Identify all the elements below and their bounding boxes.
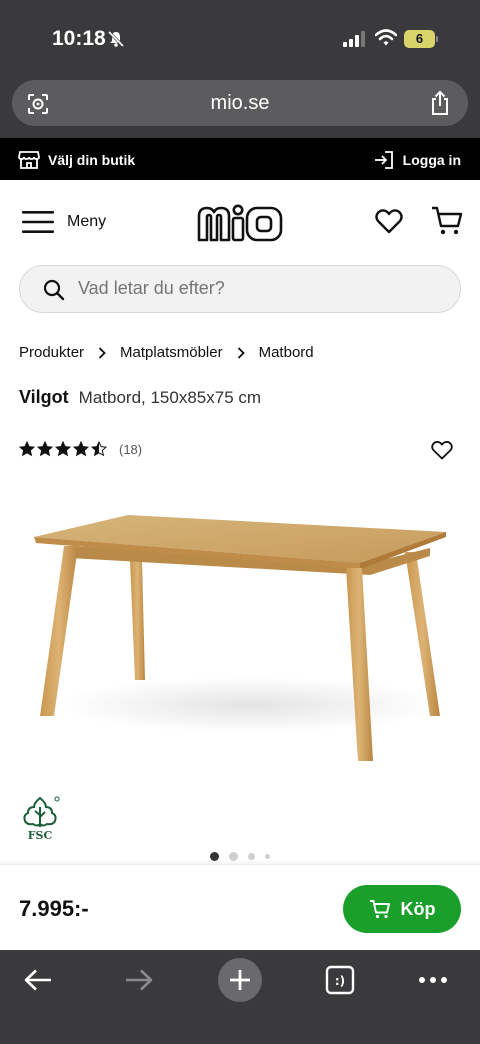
signal-icon: [343, 31, 365, 47]
favorite-heart-icon[interactable]: [431, 440, 453, 460]
more-button[interactable]: [411, 958, 455, 1002]
gallery-dot[interactable]: [248, 853, 255, 860]
cart-icon: [369, 900, 390, 919]
top-strip: Välj din butik Logga in: [0, 138, 480, 180]
star-icon: [37, 441, 53, 457]
chevron-right-icon: [98, 346, 106, 359]
plus-icon: [230, 970, 250, 990]
purchase-bar: 7.995:- Köp: [0, 864, 480, 950]
star-icon: [55, 441, 71, 457]
site-header: Meny: [0, 180, 480, 264]
back-arrow-icon: [24, 969, 51, 991]
status-bar: 10:18 6: [0, 0, 480, 78]
menu-label: Meny: [67, 213, 107, 230]
forward-button[interactable]: [117, 958, 161, 1002]
product-rating[interactable]: (18): [19, 441, 142, 457]
browser-url-area: mio.se: [0, 78, 480, 138]
tabs-button[interactable]: :): [318, 958, 362, 1002]
breadcrumb-item-produkter[interactable]: Produkter: [19, 344, 84, 361]
price: 7.995:-: [19, 896, 89, 921]
login-icon: [374, 151, 393, 169]
forward-arrow-icon: [126, 969, 153, 991]
bell-slash-icon: [107, 30, 125, 48]
browser-toolbar: :): [0, 950, 480, 1044]
gallery-dot[interactable]: [210, 852, 219, 861]
search-input[interactable]: [78, 278, 438, 299]
search-box[interactable]: [19, 265, 461, 313]
store-icon: [18, 151, 40, 169]
fsc-tree-icon: FSC: [23, 796, 60, 842]
url-text[interactable]: mio.se: [12, 92, 468, 115]
battery-level: 6: [415, 31, 424, 46]
product-name: Vilgot: [19, 387, 69, 407]
battery-icon: 6: [404, 30, 438, 48]
menu-button[interactable]: Meny: [22, 210, 106, 234]
url-bar[interactable]: mio.se: [12, 80, 468, 126]
product-image[interactable]: [0, 480, 480, 860]
tabs-icon: :): [325, 965, 355, 995]
back-button[interactable]: [16, 958, 60, 1002]
wishlist-heart-icon[interactable]: [375, 208, 403, 234]
choose-store-link[interactable]: Välj din butik: [18, 149, 135, 171]
gallery-pagination[interactable]: [0, 852, 480, 861]
search-icon: [43, 279, 65, 301]
wifi-icon: [375, 29, 397, 46]
review-count: (18): [119, 441, 143, 457]
clock: 10:18: [52, 27, 106, 50]
product-title: Vilgot Matbord, 150x85x75 cm: [19, 387, 261, 408]
more-icon: [419, 977, 447, 983]
breadcrumb-item-matbord[interactable]: Matbord: [259, 344, 314, 361]
star-icon: [91, 441, 107, 457]
gallery-dot[interactable]: [265, 854, 270, 859]
rating-stars: [19, 441, 107, 457]
gallery-dot[interactable]: [229, 852, 238, 861]
buy-button[interactable]: Köp: [343, 885, 461, 933]
mio-logo[interactable]: [196, 202, 284, 244]
buy-label: Köp: [400, 898, 436, 919]
fsc-label: FSC: [28, 829, 53, 842]
product-description: Matbord, 150x85x75 cm: [78, 388, 262, 407]
star-icon: [73, 441, 89, 457]
cart-icon[interactable]: [431, 206, 463, 236]
breadcrumb: Produkter Matplatsmöbler Matbord: [19, 344, 314, 361]
chevron-right-icon: [237, 346, 245, 359]
hamburger-icon: [22, 211, 54, 233]
share-icon[interactable]: [428, 90, 452, 116]
choose-store-label: Välj din butik: [48, 152, 136, 168]
breadcrumb-item-matplatsmobler[interactable]: Matplatsmöbler: [120, 344, 223, 361]
svg-text::): :): [335, 974, 345, 988]
new-tab-button[interactable]: [218, 958, 262, 1002]
star-icon: [19, 441, 35, 457]
login-label: Logga in: [402, 152, 461, 168]
login-link[interactable]: Logga in: [374, 149, 461, 171]
